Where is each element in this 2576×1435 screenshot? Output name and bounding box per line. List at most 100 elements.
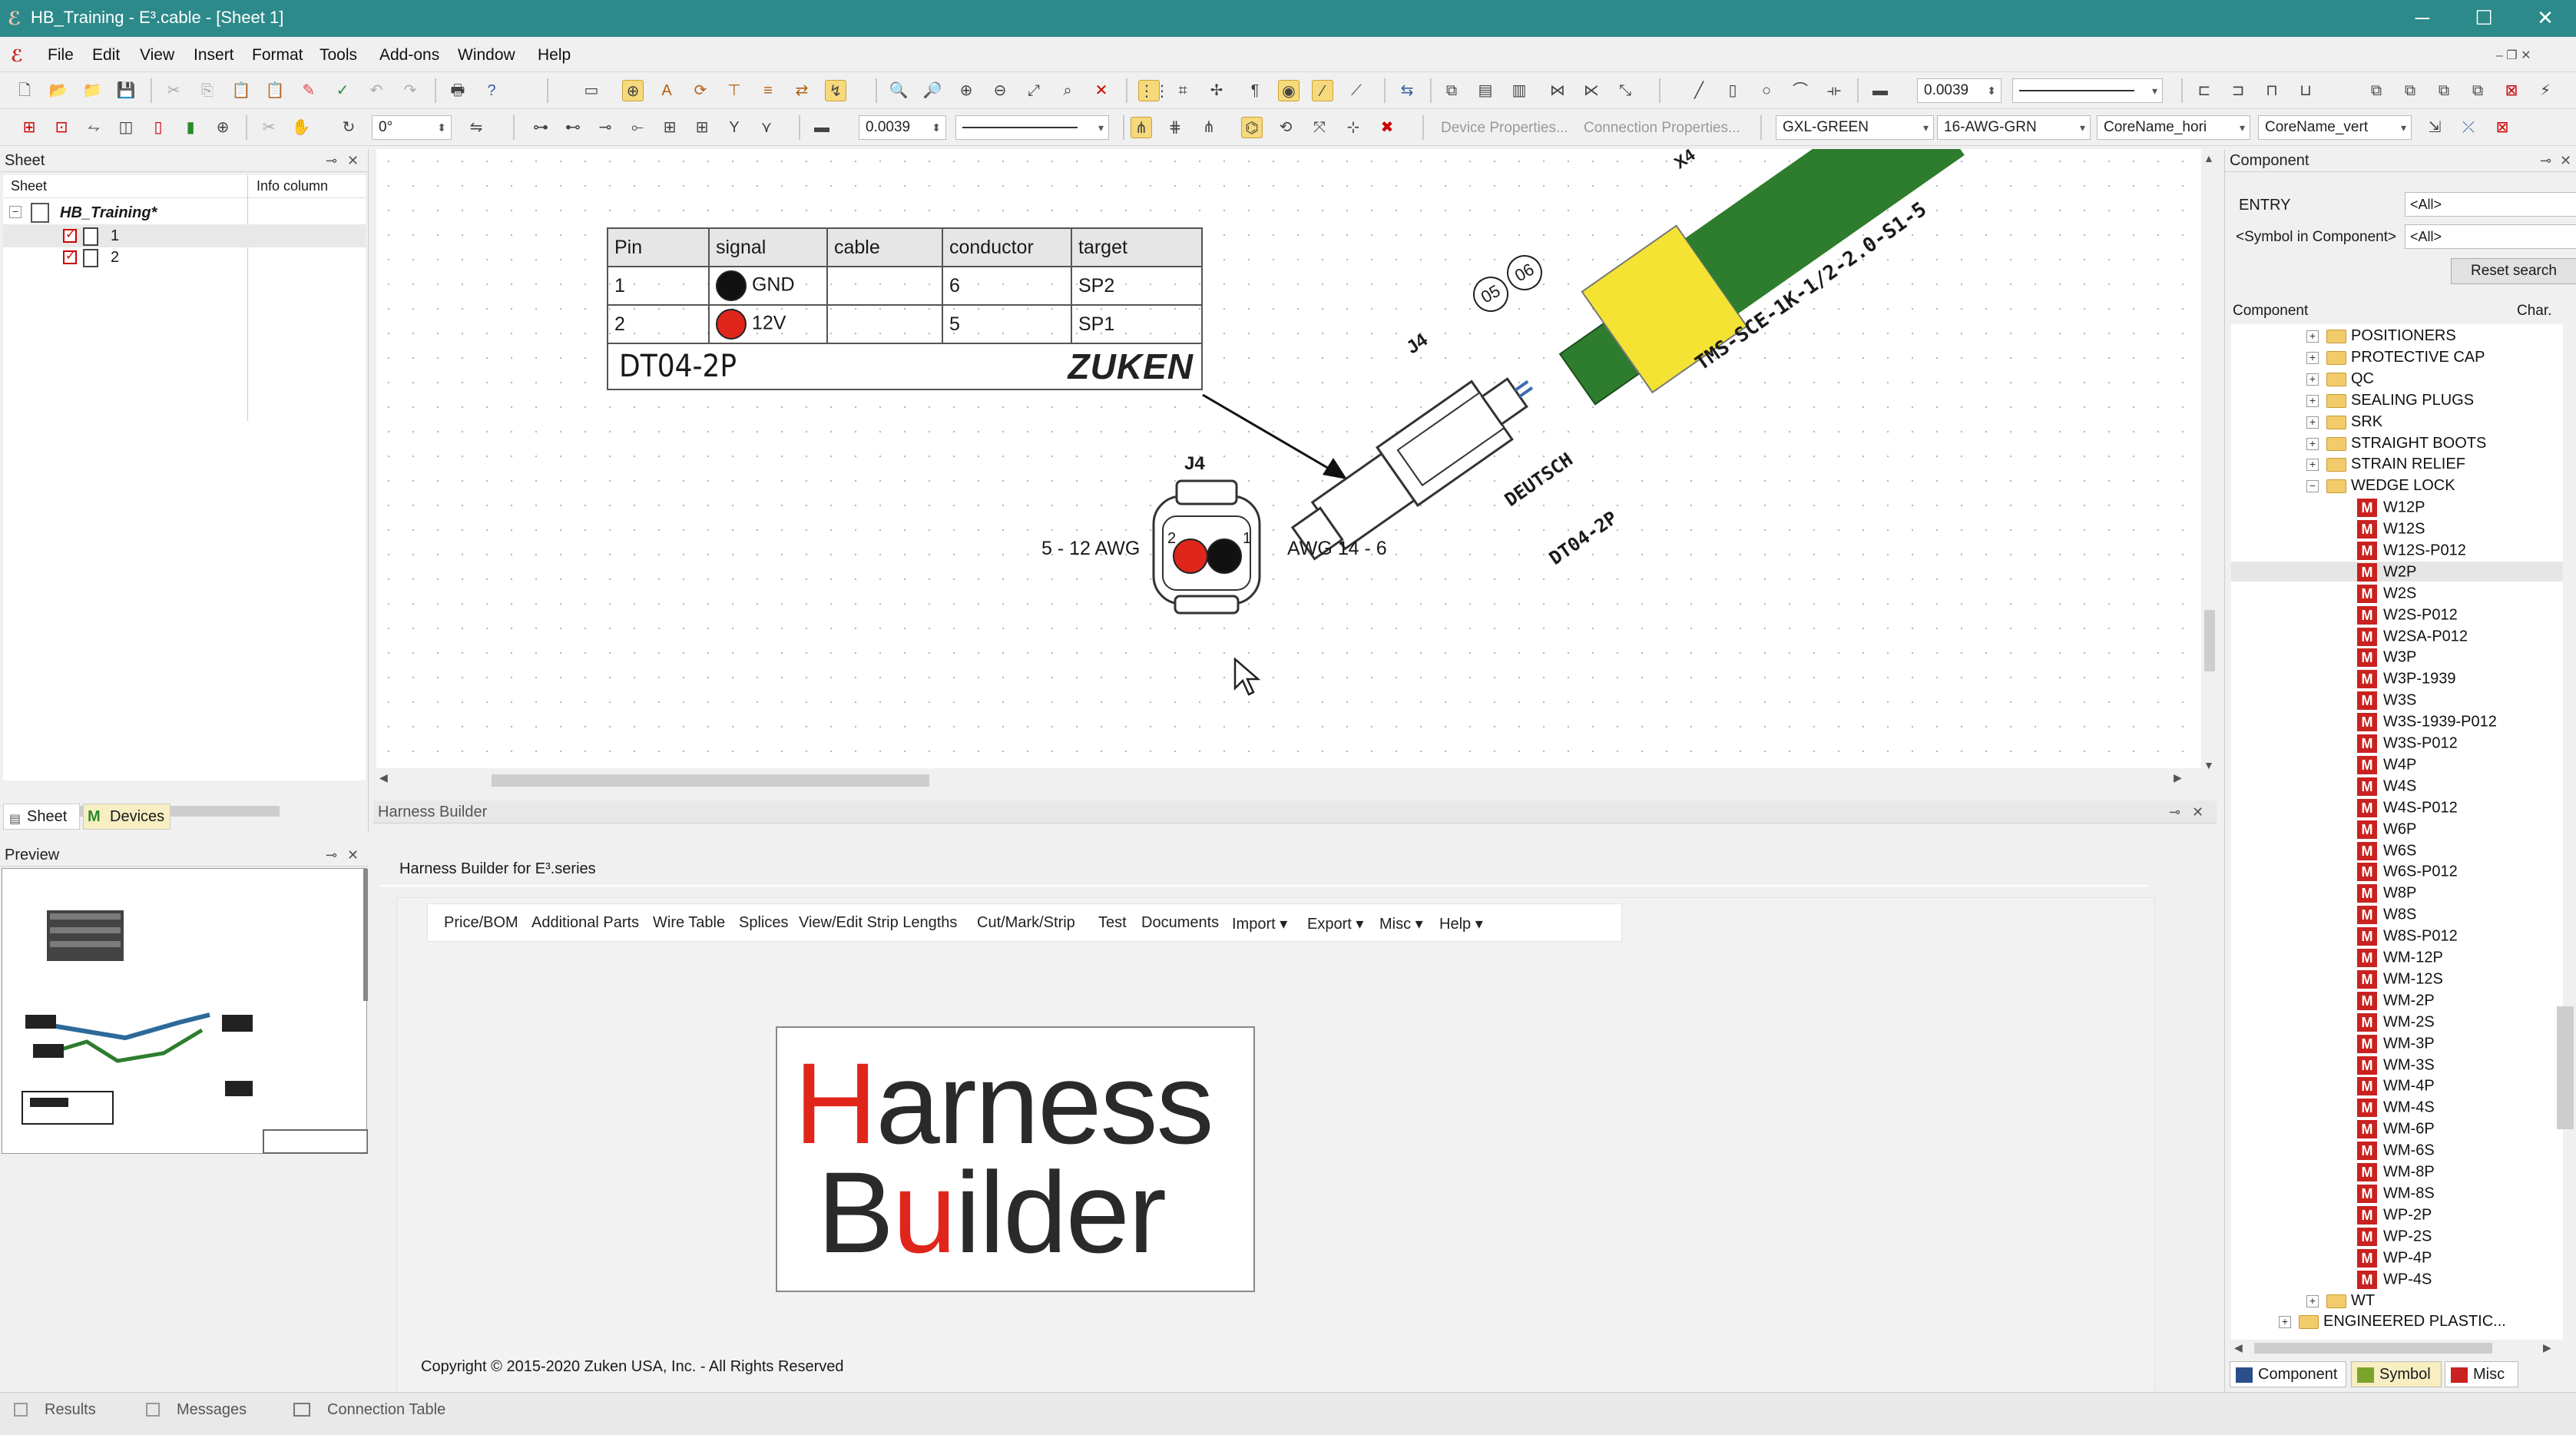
app-icon[interactable]: ℰ [8,8,25,29]
split-2-icon[interactable]: ⋎ [756,117,777,138]
pin-icon[interactable]: ⊸ [2540,149,2551,172]
bundle-3-icon[interactable]: ⋔ [1198,117,1220,138]
component-view-icon[interactable]: ⊠ [2492,117,2513,138]
hb-menu-price-bom[interactable]: Price/BOM [444,914,518,932]
save-icon[interactable]: 💾 [115,80,137,101]
node-icon[interactable]: ⊶ [530,117,551,138]
component-item[interactable]: M WM-6S [2357,1142,2435,1160]
cut-icon[interactable]: ✂ [163,80,184,101]
component-item[interactable]: M WM-4S [2357,1099,2435,1117]
layer-4-icon[interactable]: ⧉ [2467,80,2488,101]
text-icon[interactable]: A [656,80,677,101]
hb-menu-test[interactable]: Test [1098,914,1127,932]
vscroll-thumb[interactable] [2204,610,2215,671]
redo-icon[interactable]: ↷ [399,80,421,101]
delete-icon[interactable]: ✕ [1091,80,1112,101]
ungroup-icon[interactable]: ▥ [1508,80,1530,101]
table-2-icon[interactable]: ⊞ [691,117,713,138]
component-item[interactable]: M W2SA-P012 [2357,628,2468,646]
device-icon[interactable]: ⊞ [18,117,40,138]
component-item[interactable]: M WM-3S [2357,1056,2435,1075]
component-folder[interactable]: + PROTECTIVE CAP [2306,349,2485,366]
minimize-button[interactable]: ─ [2392,0,2453,37]
menu-file[interactable]: File [48,46,74,65]
help-icon[interactable]: ? [481,80,502,101]
harness-3-icon[interactable]: ⤧ [1309,117,1330,138]
sheet-1-checkbox[interactable] [63,227,77,243]
hb-menu-documents[interactable]: Documents [1141,914,1219,932]
component-folder[interactable]: + POSITIONERS [2306,327,2456,345]
component-item[interactable]: M WM-2P [2357,992,2435,1010]
component-item[interactable]: M W6P [2357,820,2416,839]
draw-circle-icon[interactable]: ○ [1756,80,1777,101]
mdi-controls[interactable]: ‒ ❐ ✕ [2496,48,2531,63]
component-item[interactable]: M W8S [2357,906,2416,924]
grid-icon[interactable]: ⋮⋮ [1138,80,1170,101]
select-mode-icon[interactable]: ⊕ [622,80,644,101]
fit-icon[interactable]: ⤡ [1614,80,1636,101]
component-item[interactable]: M WM-3P [2357,1035,2435,1053]
component-item[interactable]: M W8P [2357,884,2416,903]
component-item[interactable]: M W4P [2357,756,2416,774]
cable-icon[interactable]: ▯ [147,117,169,138]
dimension-icon[interactable]: ⟛ [1823,80,1845,101]
swap-icon[interactable]: ⇆ [1396,80,1418,101]
draw-arc-icon[interactable]: ⌒ [1790,80,1811,101]
component-item[interactable]: M W6S [2357,842,2416,860]
align-top-icon[interactable]: ⊓ [2261,80,2283,101]
zoom-out-icon[interactable]: 🔎 [922,80,943,101]
project-name[interactable]: HB_Training* [60,204,157,222]
expander-icon[interactable]: + [2306,394,2319,407]
expander-icon[interactable]: − [2306,479,2319,492]
core-name-hori-combo[interactable]: CoreName_hori ▾ [2097,115,2250,140]
wire-weight-icon[interactable]: ▬ [811,117,833,138]
branch-icon[interactable]: ⊸ [594,117,616,138]
sheet-panel-close-icon[interactable]: ✕ [347,149,359,172]
component-item[interactable]: M WM-6P [2357,1120,2435,1138]
undo-icon[interactable]: ↶ [366,80,387,101]
scroll-right-icon[interactable]: ▶ [2174,771,2182,784]
component-item[interactable]: M WM-12S [2357,970,2443,989]
scroll-down-icon[interactable]: ▼ [2204,759,2214,771]
component-folder[interactable]: + ENGINEERED PLASTIC... [2279,1313,2506,1331]
hb-menu-wire-table[interactable]: Wire Table [653,914,725,932]
node-2-icon[interactable]: ⊷ [562,117,584,138]
component-item[interactable]: M W3S-1939-P012 [2357,713,2497,731]
rotate-icon[interactable]: ⟳ [690,80,711,101]
select-window-icon[interactable]: ▭ [581,80,602,101]
component-folder-wedge-lock[interactable]: − WEDGE LOCK [2306,477,2455,495]
wire-color-combo[interactable]: GXL-GREEN ▾ [1776,115,1934,140]
tab-connection-table[interactable]: Connection Table [289,1397,488,1423]
binoculars-icon[interactable]: ⌕ [1057,80,1078,101]
component-item[interactable]: M W12S-P012 [2357,542,2466,560]
wire-style-combo[interactable]: ▾ [955,115,1109,140]
component-item[interactable]: M WM-4P [2357,1077,2435,1095]
crosshair-icon[interactable]: ✢ [1206,80,1227,101]
scissors-icon[interactable]: ✂ [258,117,280,138]
draw-line-icon[interactable]: ╱ [1688,80,1710,101]
split-icon[interactable]: Y [723,117,745,138]
wire-type-combo[interactable]: 16-AWG-GRN ▾ [1937,115,2091,140]
group-icon[interactable]: ▤ [1475,80,1496,101]
component-item[interactable]: M W2S [2357,585,2416,603]
project-expander[interactable]: − [9,206,22,218]
device-properties-button[interactable]: Device Properties... [1441,120,1568,137]
hb-menu-import[interactable]: Import ▾ [1232,914,1287,933]
component-folder[interactable]: + STRAIN RELIEF [2306,456,2465,473]
component-vscroll-thumb[interactable] [2557,1006,2574,1129]
hb-menu-export[interactable]: Export ▾ [1307,914,1363,933]
hb-menu-misc[interactable]: Misc ▾ [1379,914,1423,933]
core-name-vert-combo[interactable]: CoreName_vert ▾ [2258,115,2412,140]
branch-2-icon[interactable]: ⟜ [627,117,648,138]
sheet-1-label[interactable]: 1 [111,227,119,245]
menu-tools[interactable]: Tools [320,46,357,65]
scroll-up-icon[interactable]: ▲ [2204,152,2214,164]
reset-search-button[interactable]: Reset search [2451,258,2576,284]
draw-rect-icon[interactable]: ▯ [1722,80,1743,101]
disconnect-icon[interactable]: ⋉ [1581,80,1602,101]
menu-edit[interactable]: Edit [92,46,120,65]
sheet-2-label[interactable]: 2 [111,249,119,267]
layer-icon[interactable]: ⧉ [2366,80,2387,101]
tab-results[interactable]: Results [11,1397,141,1423]
layer-3-icon[interactable]: ⧉ [2433,80,2455,101]
